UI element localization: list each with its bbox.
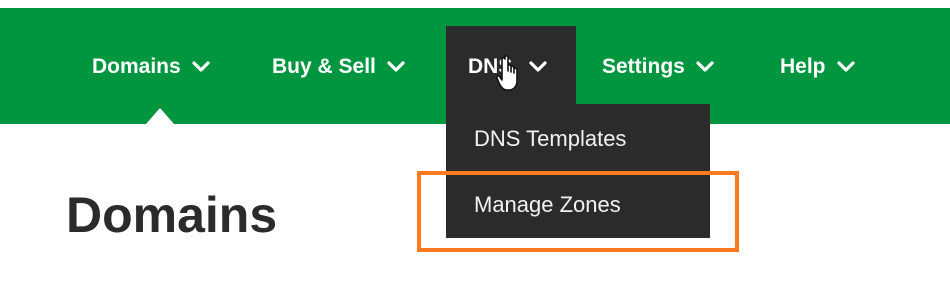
nav-item-settings[interactable]: Settings xyxy=(602,52,715,82)
nav-item-label: Help xyxy=(780,55,826,78)
chevron-down-icon xyxy=(191,60,211,74)
active-section-indicator xyxy=(146,108,174,124)
nav-item-help[interactable]: Help xyxy=(780,52,856,82)
chevron-down-icon xyxy=(528,60,548,74)
nav-item-label: Settings xyxy=(602,55,685,78)
hand-pointer-cursor-icon xyxy=(496,54,526,94)
nav-item-buy-sell[interactable]: Buy & Sell xyxy=(272,52,406,82)
manage-zones-highlight xyxy=(417,171,739,252)
chevron-down-icon xyxy=(836,60,856,74)
nav-item-label: Buy & Sell xyxy=(272,55,376,78)
page-title: Domains xyxy=(66,187,278,243)
chevron-down-icon xyxy=(695,60,715,74)
nav-item-domains[interactable]: Domains xyxy=(92,52,211,82)
menu-item-dns-templates[interactable]: DNS Templates xyxy=(474,126,626,152)
nav-item-label: Domains xyxy=(92,55,181,78)
chevron-down-icon xyxy=(386,60,406,74)
